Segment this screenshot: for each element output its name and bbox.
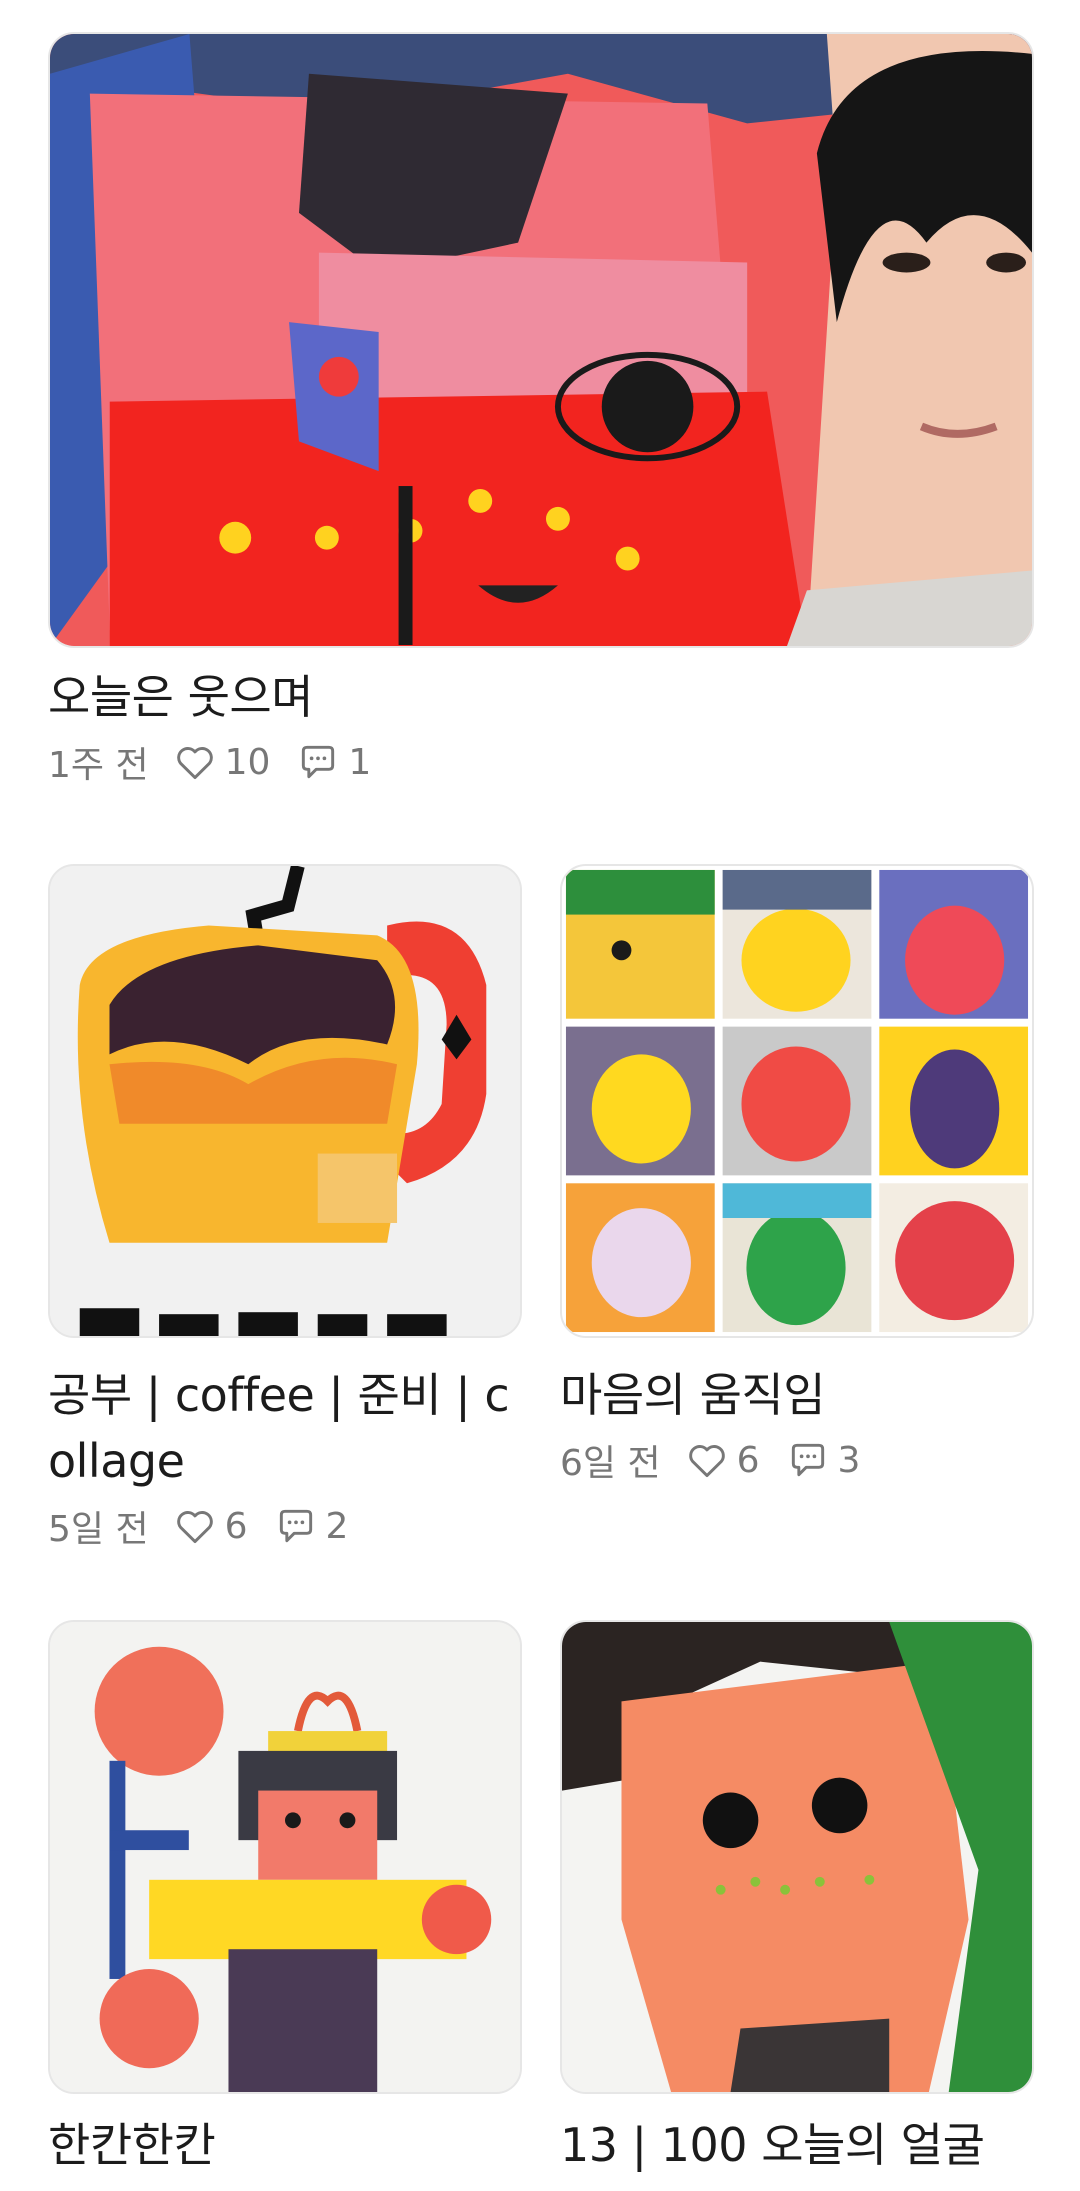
comment-count: 2 — [325, 1505, 349, 1547]
post-thumbnail[interactable] — [48, 864, 522, 1338]
post-time: 5일 전 — [48, 1509, 149, 1550]
post-thumbnail[interactable] — [560, 864, 1034, 1338]
post-thumbnail[interactable] — [48, 1620, 522, 2094]
post-meta: 1주 전 10 1 — [48, 734, 1034, 790]
post-meta: 6일 전 6 3 — [560, 1432, 1034, 1488]
post-time: 1주 전 — [48, 745, 149, 786]
heart-icon[interactable] — [685, 1438, 729, 1482]
collage-orange-face-artwork — [562, 1622, 1032, 2092]
post-card[interactable]: 오늘은 웃으며 1주 전 10 1 — [48, 32, 1034, 790]
post-title[interactable]: 오늘은 웃으며 — [48, 664, 1034, 730]
post-thumbnail[interactable] — [560, 1620, 1034, 2094]
post-meta: 5일 전 6 2 — [48, 1498, 522, 1554]
collage-coffee-artwork — [50, 866, 520, 1336]
post-title[interactable]: 마음의 움직임 — [560, 1362, 1034, 1428]
collage-faces-grid-artwork — [562, 866, 1032, 1336]
like-count: 6 — [736, 1439, 760, 1481]
post-title[interactable]: 한칸한칸 — [48, 2112, 522, 2178]
heart-icon[interactable] — [173, 1504, 217, 1548]
comment-count: 3 — [837, 1439, 861, 1481]
mosaic-artwork — [50, 1622, 520, 2092]
post-card[interactable]: 13 | 100 오늘의 얼굴 — [560, 1620, 1034, 2178]
heart-icon[interactable] — [173, 740, 217, 784]
post-time: 6일 전 — [560, 1443, 661, 1484]
comment-icon[interactable] — [296, 740, 340, 784]
comment-count: 1 — [348, 741, 372, 783]
comment-icon[interactable] — [786, 1438, 830, 1482]
post-thumbnail[interactable] — [48, 32, 1034, 648]
comment-icon[interactable] — [274, 1504, 318, 1548]
post-title[interactable]: 공부 | coffee | 준비 | collage — [48, 1362, 522, 1494]
collage-face-artwork — [50, 34, 1032, 646]
post-card[interactable]: 마음의 움직임 6일 전 6 3 — [560, 864, 1034, 1488]
like-count: 10 — [224, 741, 271, 783]
like-count: 6 — [224, 1505, 248, 1547]
post-card[interactable]: 공부 | coffee | 준비 | collage 5일 전 6 2 — [48, 864, 522, 1554]
post-title[interactable]: 13 | 100 오늘의 얼굴 — [560, 2112, 1034, 2178]
post-card[interactable]: 한칸한칸 — [48, 1620, 522, 2178]
